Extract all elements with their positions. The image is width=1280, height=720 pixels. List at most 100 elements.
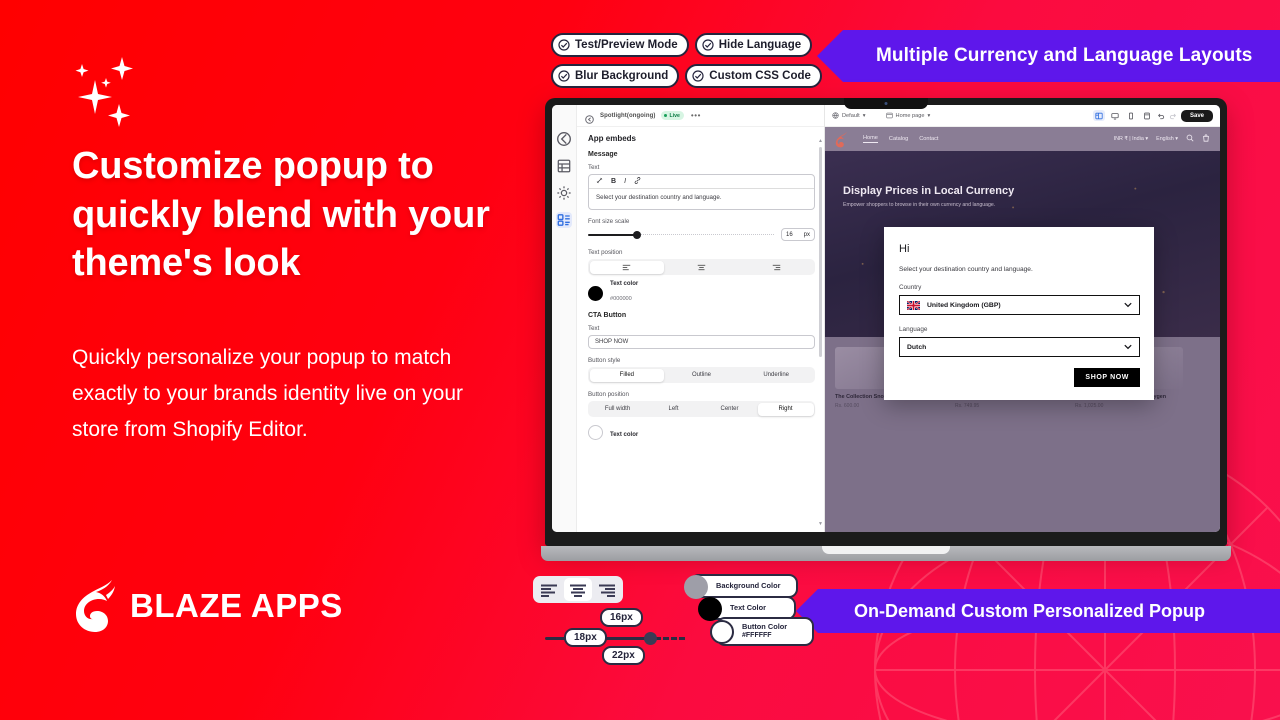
search-icon[interactable]: [1186, 134, 1194, 144]
font-size-value: 16: [786, 231, 793, 238]
ribbon-top: Multiple Currency and Language Layouts: [817, 30, 1280, 82]
button-style-underline-option[interactable]: Underline: [739, 369, 814, 382]
check-circle-icon: [692, 70, 704, 82]
link-icon[interactable]: [634, 177, 641, 186]
store-nav-catalog[interactable]: Catalog: [889, 136, 908, 142]
color-swatch[interactable]: [588, 285, 603, 301]
popup-shop-now-button[interactable]: SHOP NOW: [1074, 368, 1140, 387]
italic-icon[interactable]: I: [624, 178, 626, 185]
chip-custom-css-code[interactable]: Custom CSS Code: [685, 64, 822, 88]
target-selector[interactable]: Default ▾: [832, 112, 866, 119]
laptop-base: [541, 546, 1231, 561]
mobile-icon[interactable]: [1125, 110, 1137, 121]
text-color-row[interactable]: Text color #000000: [588, 281, 815, 305]
store-nav-home[interactable]: Home: [863, 135, 878, 143]
live-label: Live: [669, 112, 680, 119]
webcam-icon: [884, 102, 888, 105]
desktop-icon[interactable]: [1109, 110, 1121, 121]
button-position-center-option[interactable]: Center: [702, 403, 758, 416]
chip-hide-language[interactable]: Hide Language: [694, 33, 813, 57]
color-swatch[interactable]: [588, 424, 603, 440]
background-color-label: Background Color: [716, 580, 781, 590]
product-price: Rs. 749.95: [955, 403, 980, 409]
currency-selector[interactable]: INR ₹ | India ▾: [1114, 136, 1149, 142]
laptop-mockup: Spotlight(ongoing) Live ••• App embeds M…: [541, 98, 1235, 561]
rte-toolbar: B I: [589, 175, 814, 189]
cta-text-color-row[interactable]: Text color: [588, 423, 815, 441]
button-style-filled-option[interactable]: Filled: [589, 368, 665, 382]
page-label: Home page: [895, 112, 925, 119]
button-position-left-option[interactable]: Left: [646, 403, 702, 416]
align-center-button[interactable]: [563, 578, 593, 601]
panel-scrollbar[interactable]: ▲ ▼: [818, 138, 823, 527]
cta-text-input[interactable]: SHOP NOW: [588, 335, 815, 349]
bold-icon[interactable]: B: [611, 178, 616, 185]
gear-icon[interactable]: [556, 185, 572, 201]
font-size-widget: 16px 18px 22px: [540, 608, 685, 665]
editor-panel: App embeds Message Text B I Select your …: [577, 127, 824, 532]
inspector-icon[interactable]: [1092, 110, 1105, 121]
editor-back-icon[interactable]: [585, 111, 594, 124]
label-font-size-scale: Font size scale: [588, 218, 630, 225]
text-color-label: Text color: [610, 281, 639, 287]
size-pill-22[interactable]: 22px: [602, 646, 645, 665]
button-position-right-option[interactable]: Right: [757, 402, 814, 416]
editor-header: Spotlight(ongoing) Live •••: [577, 105, 824, 127]
scroll-down-arrow-icon[interactable]: ▼: [818, 521, 823, 527]
cta-text-color-label: Text color: [610, 432, 639, 438]
panel-title: App embeds: [588, 134, 637, 143]
sections-icon[interactable]: [556, 158, 572, 174]
size-pill-18[interactable]: 18px: [564, 628, 607, 647]
language-select[interactable]: Dutch: [899, 337, 1140, 357]
align-left-button[interactable]: [535, 578, 564, 601]
scrollbar-thumb[interactable]: [819, 147, 822, 357]
section-heading-message: Message: [588, 151, 618, 158]
text-align-left-option[interactable]: [589, 260, 665, 274]
editor-sidebar: Spotlight(ongoing) Live ••• App embeds M…: [577, 105, 825, 532]
product-price: Rs. 1,025.00: [1075, 403, 1104, 409]
font-size-unit: px: [803, 231, 810, 238]
text-align-right-option[interactable]: [739, 261, 814, 274]
font-size-input[interactable]: 16 px: [781, 228, 815, 241]
button-color-swatch[interactable]: [710, 620, 734, 644]
undo-icon[interactable]: [1157, 107, 1165, 125]
language-selector[interactable]: English ▾: [1156, 136, 1178, 142]
chip-label: Test/Preview Mode: [575, 39, 678, 51]
save-button[interactable]: Save: [1180, 109, 1213, 122]
button-position-full-width-option[interactable]: Full width: [590, 403, 646, 416]
currency-language-popup: Hi Select your destination country and l…: [884, 227, 1154, 400]
chip-test-preview-mode[interactable]: Test/Preview Mode: [551, 33, 689, 57]
font-size-slider[interactable]: [588, 230, 774, 240]
size-slider-knob[interactable]: [644, 632, 657, 645]
page-title: Customize popup to quickly blend with yo…: [72, 142, 542, 288]
slider-knob[interactable]: [632, 230, 641, 239]
popup-language-label: Language: [899, 326, 928, 333]
language-value: Dutch: [907, 343, 927, 351]
text-color-swatch[interactable]: [698, 597, 722, 621]
label-text-position: Text position: [588, 249, 623, 256]
scroll-up-arrow-icon[interactable]: ▲: [818, 138, 823, 144]
background-color-swatch[interactable]: [684, 575, 708, 599]
back-arrow-icon[interactable]: [556, 131, 572, 147]
tablet-icon[interactable]: [1141, 110, 1153, 121]
button-color-card[interactable]: Button Color #FFFFFF: [710, 617, 814, 646]
check-circle-icon: [558, 39, 570, 51]
store-nav-contact[interactable]: Contact: [919, 136, 938, 142]
size-pill-16[interactable]: 16px: [600, 608, 643, 627]
button-style-segmented: Filled Outline Underline: [588, 367, 815, 383]
message-text-value[interactable]: Select your destination country and lang…: [589, 189, 814, 209]
chip-blur-background[interactable]: Blur Background: [551, 64, 680, 88]
background-color-card[interactable]: Background Color: [684, 574, 798, 599]
rich-text-editor[interactable]: B I Select your destination country and …: [588, 174, 815, 210]
more-options-icon[interactable]: •••: [691, 111, 701, 120]
button-style-outline-option[interactable]: Outline: [664, 369, 739, 382]
currency-label: INR ₹ | India: [1113, 136, 1144, 142]
brand-wordmark: BLAZE APPS: [130, 587, 343, 624]
country-select[interactable]: United Kingdom (GBP): [899, 295, 1140, 315]
text-align-center-option[interactable]: [664, 261, 739, 274]
align-right-button[interactable]: [592, 578, 621, 601]
cart-icon[interactable]: [1202, 134, 1210, 144]
variables-icon[interactable]: [596, 177, 603, 186]
app-embeds-icon[interactable]: [556, 212, 572, 228]
page-selector[interactable]: Home page ▾: [885, 112, 930, 119]
